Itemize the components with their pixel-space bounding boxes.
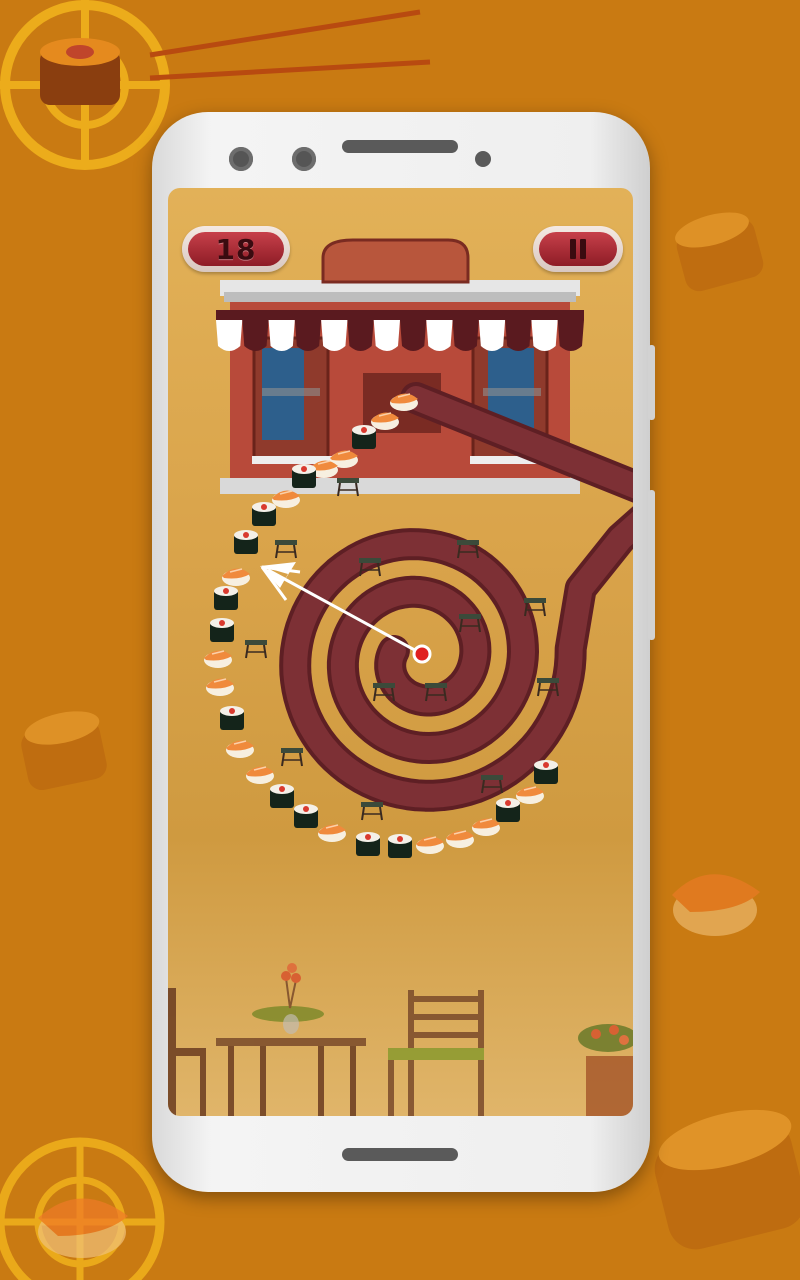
- maki-roll-icon: [214, 586, 238, 610]
- maki-roll-icon: [496, 798, 520, 822]
- score-button[interactable]: 18: [182, 226, 290, 272]
- nigiri-sushi-icon: [222, 568, 250, 586]
- stool-icon: [361, 802, 383, 821]
- power-button: [648, 490, 655, 640]
- front-camera-icon: [292, 147, 316, 171]
- nigiri-sushi-icon: [516, 786, 544, 804]
- cafe-furniture: [168, 963, 633, 1116]
- shooter-aim-dot[interactable]: [412, 644, 432, 664]
- nigiri-sushi-icon: [446, 830, 474, 848]
- bottom-speaker: [342, 1148, 458, 1161]
- maki-roll-icon: [220, 706, 244, 730]
- maki-roll-icon: [252, 502, 276, 526]
- nigiri-sushi-icon: [206, 678, 234, 696]
- nigiri-sushi-icon: [246, 766, 274, 784]
- front-camera-icon: [229, 147, 253, 171]
- earpiece-speaker: [342, 140, 458, 153]
- nigiri-sushi-icon: [472, 818, 500, 836]
- nigiri-sushi-icon: [416, 836, 444, 854]
- nigiri-sushi-icon: [318, 824, 346, 842]
- sushi-roll-icon: [40, 38, 120, 105]
- proximity-sensor-icon: [475, 151, 491, 167]
- pause-icon: [568, 233, 588, 266]
- nigiri-sushi-icon: [38, 1198, 128, 1258]
- stool-icon: [281, 748, 303, 767]
- nigiri-sushi-icon: [226, 740, 254, 758]
- game-screen[interactable]: 18: [168, 188, 633, 1116]
- maki-roll-icon: [294, 804, 318, 828]
- pause-button[interactable]: [533, 226, 623, 272]
- maki-roll-icon: [292, 464, 316, 488]
- maki-roll-icon: [534, 760, 558, 784]
- nigiri-sushi-icon: [672, 874, 760, 936]
- sushi-roll-icon: [654, 1109, 800, 1250]
- stool-icon: [275, 540, 297, 559]
- chopsticks-icon: [149, 9, 431, 81]
- maki-roll-icon: [270, 784, 294, 808]
- score-value: 18: [215, 232, 257, 266]
- maki-roll-icon: [210, 618, 234, 642]
- sushi-roll-icon: [675, 212, 764, 292]
- maki-roll-icon: [356, 832, 380, 856]
- sushi-roll-icon: [21, 711, 107, 791]
- maki-roll-icon: [234, 530, 258, 554]
- volume-button: [648, 345, 655, 420]
- maki-roll-icon: [352, 425, 376, 449]
- maki-roll-icon: [388, 834, 412, 858]
- stool-icon: [245, 640, 267, 659]
- game-canvas[interactable]: [168, 188, 633, 1116]
- nigiri-sushi-icon: [204, 650, 232, 668]
